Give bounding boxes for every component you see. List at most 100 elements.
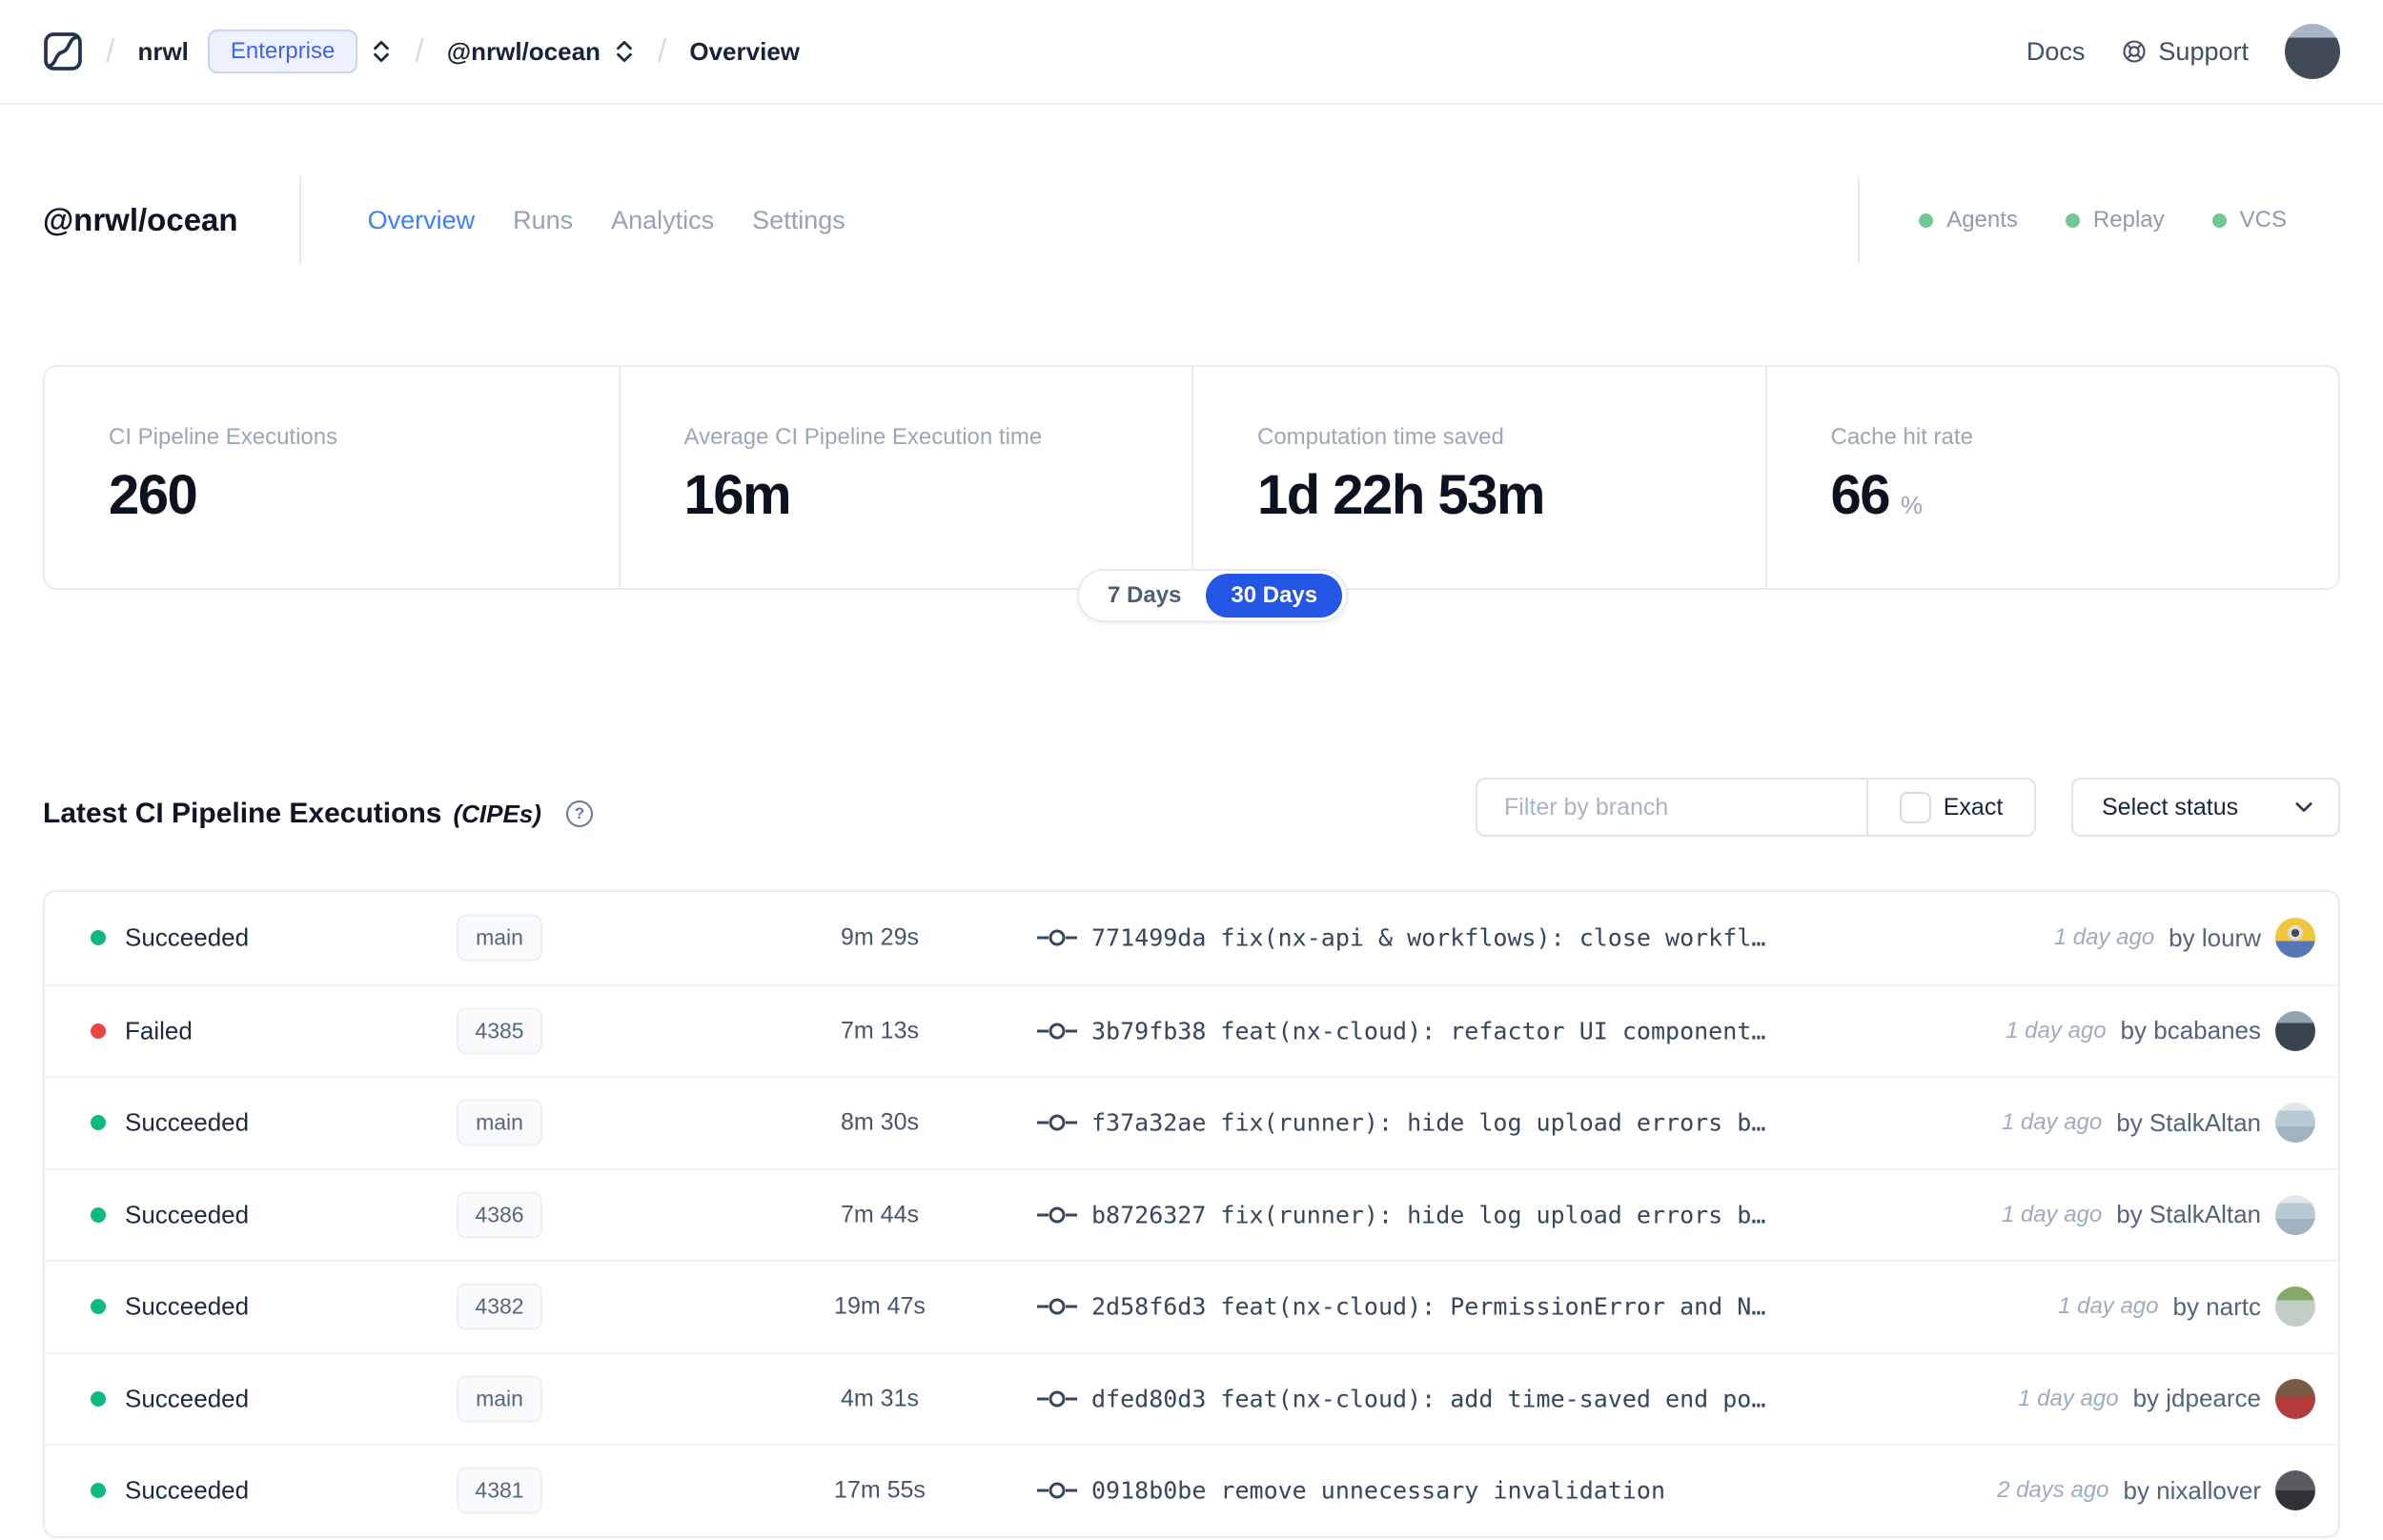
tab-runs[interactable]: Runs: [513, 206, 573, 235]
row-meta: 2 days ago by nixallover: [1997, 1470, 2315, 1511]
time-ago: 1 day ago: [2006, 1017, 2107, 1044]
author-avatar: [2275, 918, 2315, 959]
section-title-suffix: (CIPEs): [453, 799, 541, 828]
status-dot-icon: [91, 1023, 106, 1039]
status-dot-icon: [91, 1299, 106, 1315]
table-row[interactable]: Succeeded 4386 7m 44s b8726327 fix(runner…: [45, 1167, 2338, 1261]
branch-badge: main: [457, 914, 542, 962]
author-avatar: [2275, 1103, 2315, 1144]
help-icon[interactable]: ?: [565, 800, 593, 827]
author: by StalkAltan: [2116, 1107, 2261, 1137]
row-meta: 1 day ago by lourw: [2053, 918, 2315, 959]
stat-value: 1d 22h 53m: [1257, 464, 1545, 526]
breadcrumb: / nrwl Enterprise / @nrwl/ocean / Overvi…: [43, 30, 800, 73]
support-link[interactable]: Support: [2121, 37, 2249, 67]
author: by jdpearce: [2132, 1384, 2261, 1413]
time-ago: 2 days ago: [1997, 1477, 2109, 1504]
table-row[interactable]: Succeeded main 9m 29s 771499da fix(nx-api…: [45, 892, 2338, 984]
branch-badge: 4386: [457, 1191, 542, 1239]
author: by nixallover: [2123, 1475, 2261, 1505]
author: by bcabanes: [2120, 1016, 2261, 1045]
author-avatar: [2275, 1378, 2315, 1419]
date-range-toggle: 7 Days 30 Days: [1077, 569, 1349, 622]
commit-text[interactable]: dfed80d3 feat(nx-cloud): add time-saved e…: [1091, 1385, 1765, 1412]
time-ago: 1 day ago: [2001, 1109, 2103, 1136]
tab-settings[interactable]: Settings: [752, 206, 845, 235]
cipe-section-header: Latest CI Pipeline Executions (CIPEs) ?: [43, 793, 593, 835]
indicator-replay: Replay: [2065, 207, 2165, 233]
author-avatar: [2275, 1194, 2315, 1235]
branch-filter-group: Exact: [1476, 778, 2036, 837]
duration: 7m 44s: [841, 1201, 919, 1228]
section-title: Latest CI Pipeline Executions: [43, 798, 442, 829]
enterprise-badge: Enterprise: [207, 30, 358, 73]
duration: 8m 30s: [841, 1108, 919, 1136]
divider: [298, 176, 301, 264]
stat-computation-time-saved: Computation time saved 1d 22h 53m: [1192, 367, 1765, 588]
table-row[interactable]: Failed 4385 7m 13s 3b79fb38 feat(nx-cloud…: [45, 983, 2338, 1077]
cipe-table: Succeeded main 9m 29s 771499da fix(nx-api…: [43, 890, 2340, 1538]
table-row[interactable]: Succeeded 4382 19m 47s 2d58f6d3 feat(nx-c…: [45, 1260, 2338, 1352]
workspace-switcher-chevron-icon[interactable]: [614, 38, 635, 65]
green-dot-icon: [2065, 213, 2080, 228]
status-select-button[interactable]: Select status: [2071, 778, 2340, 837]
table-row[interactable]: Succeeded main 4m 31s dfed80d3 feat(nx-cl…: [45, 1351, 2338, 1445]
author: by lourw: [2169, 922, 2261, 952]
green-dot-icon: [1919, 213, 1934, 228]
nx-cloud-logo-icon[interactable]: [43, 31, 83, 71]
docs-link[interactable]: Docs: [2027, 37, 2086, 67]
workspace-tabs: Overview Runs Analytics Settings: [368, 206, 845, 235]
breadcrumb-separator: /: [106, 32, 115, 70]
table-row[interactable]: Succeeded main 8m 30s f37a32ae fix(runner…: [45, 1076, 2338, 1168]
commit-text[interactable]: f37a32ae fix(runner): hide log upload err…: [1091, 1109, 1765, 1137]
time-ago: 1 day ago: [2053, 924, 2155, 951]
row-meta: 1 day ago by StalkAltan: [2001, 1194, 2315, 1235]
org-switcher-chevron-icon[interactable]: [371, 38, 392, 65]
breadcrumb-workspace[interactable]: @nrwl/ocean: [447, 37, 601, 67]
workspace-header: @nrwl/ocean Overview Runs Analytics Sett…: [43, 174, 2340, 266]
git-commit-icon: [1036, 1019, 1078, 1044]
status-label: Succeeded: [125, 922, 250, 952]
status-label: Succeeded: [125, 1200, 250, 1229]
time-ago: 1 day ago: [2001, 1201, 2103, 1227]
commit-text[interactable]: b8726327 fix(runner): hide log upload err…: [1091, 1201, 1765, 1228]
time-ago: 1 day ago: [2018, 1385, 2119, 1411]
branch-filter-input[interactable]: [1477, 780, 1866, 835]
breadcrumb-org[interactable]: nrwl: [137, 37, 188, 67]
branch-badge: main: [457, 1375, 542, 1423]
breadcrumb-page: Overview: [689, 36, 801, 66]
commit-text[interactable]: 2d58f6d3 feat(nx-cloud): PermissionError …: [1091, 1293, 1765, 1321]
author: by nartc: [2172, 1291, 2262, 1321]
stat-cache-hit-rate: Cache hit rate 66%: [1764, 367, 2339, 588]
stat-value: 260: [109, 464, 198, 526]
range-7-days[interactable]: 7 Days: [1083, 574, 1206, 618]
status-dot-icon: [91, 1390, 106, 1407]
tab-analytics[interactable]: Analytics: [611, 206, 714, 235]
git-commit-icon: [1036, 1203, 1078, 1227]
duration: 9m 29s: [841, 923, 919, 951]
user-avatar[interactable]: [2285, 24, 2340, 79]
tab-overview[interactable]: Overview: [368, 206, 476, 235]
row-meta: 1 day ago by StalkAltan: [2001, 1103, 2315, 1144]
exact-checkbox[interactable]: [1899, 791, 1931, 823]
commit-text[interactable]: 771499da fix(nx-api & workflows): close w…: [1091, 924, 1765, 952]
commit-text[interactable]: 0918b0be remove unnecessary invalidation: [1091, 1477, 1665, 1505]
status-label: Failed: [125, 1016, 193, 1045]
status-label: Succeeded: [125, 1107, 250, 1137]
top-nav: / nrwl Enterprise / @nrwl/ocean / Overvi…: [0, 0, 2383, 105]
stats-cards: CI Pipeline Executions 260 Average CI Pi…: [43, 365, 2340, 590]
breadcrumb-separator: /: [657, 32, 667, 70]
author: by StalkAltan: [2116, 1200, 2261, 1229]
exact-match-control: Exact: [1868, 780, 2034, 835]
status-label: Succeeded: [125, 1475, 250, 1505]
stat-value: 16m: [683, 464, 792, 526]
duration: 17m 55s: [834, 1476, 926, 1504]
git-commit-icon: [1036, 925, 1078, 950]
green-dot-icon: [2211, 213, 2227, 228]
table-row[interactable]: Succeeded 4381 17m 55s 0918b0be remove un…: [45, 1444, 2338, 1536]
duration: 4m 31s: [841, 1385, 919, 1412]
branch-badge: 4385: [457, 1007, 542, 1055]
commit-text[interactable]: 3b79fb38 feat(nx-cloud): refactor UI comp…: [1091, 1017, 1765, 1044]
range-30-days[interactable]: 30 Days: [1206, 574, 1343, 618]
git-commit-icon: [1036, 1387, 1078, 1411]
